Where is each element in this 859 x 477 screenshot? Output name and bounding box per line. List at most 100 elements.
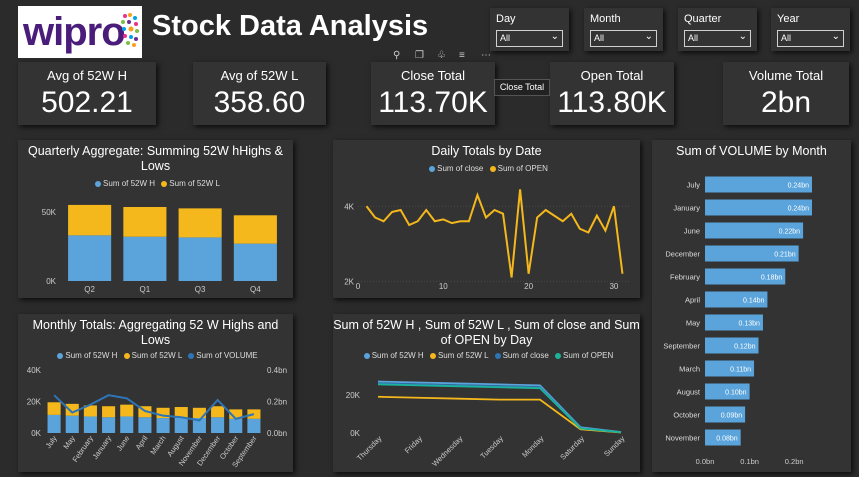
y2-tick-label: 0.4bn (267, 366, 287, 375)
data-label: 0.10bn (725, 390, 747, 397)
x-tick-label: June (115, 434, 132, 452)
chart-daily-totals[interactable]: Daily Totals by Date Sum of close Sum of… (333, 140, 640, 298)
bar-52w-h (68, 235, 112, 281)
bell-icon[interactable]: ♧ (437, 50, 446, 61)
bar-52w-l (120, 404, 134, 417)
bar-52w-h (156, 418, 170, 433)
y2-tick-label: 0.2bn (267, 398, 287, 407)
slicer-label: Year (777, 13, 800, 25)
bar-52w-l (47, 402, 61, 415)
kpi-label: Open Total (580, 68, 644, 83)
slicer-month[interactable]: Month All ⌄ (584, 8, 663, 51)
slicer-day[interactable]: Day All ⌄ (490, 8, 569, 51)
bar-52w-h (102, 417, 116, 433)
y-tick-label: September (663, 342, 700, 351)
y-tick-label: August (677, 388, 701, 397)
chart-monthly-totals[interactable]: Monthly Totals: Aggregating 52 W Highs a… (18, 314, 293, 472)
kpi-card-volume-total[interactable]: Volume Total 2bn (723, 62, 849, 125)
more-options-icon[interactable]: ⋯ (481, 50, 491, 61)
slicer-value: All (500, 33, 511, 43)
slicer-dropdown[interactable]: All ⌄ (496, 30, 563, 47)
bar-52w-l (211, 406, 225, 418)
bar-52w-h (123, 236, 167, 281)
bar-52w-h (233, 243, 277, 281)
logo-text: wipro (23, 10, 126, 54)
x-tick-label: 10 (439, 282, 448, 291)
x-tick-label: Q4 (250, 285, 261, 294)
chevron-down-icon: ⌄ (738, 31, 747, 42)
x-tick-label: April (134, 434, 150, 452)
kpi-card-open-total[interactable]: Open Total 113.80K (550, 62, 674, 125)
y-tick-label: July (687, 181, 701, 190)
kpi-label: Avg of 52W H (47, 68, 127, 83)
y-tick-label: 2K (344, 277, 354, 286)
chevron-down-icon: ⌄ (831, 31, 840, 42)
slicer-value: All (594, 33, 605, 43)
wipro-logo: wipro (18, 6, 142, 58)
data-label: 0.21bn (774, 252, 796, 259)
data-label: 0.24bn (788, 183, 810, 190)
line-sum-of-open (365, 189, 624, 278)
y-tick-label: 20K (346, 391, 361, 400)
kpi-label: Close Total (400, 68, 466, 83)
y2-tick-label: 0.0bn (267, 429, 287, 438)
x-tick-label: July (44, 434, 59, 450)
x-tick-label: May (61, 434, 77, 451)
kpi-label: Volume Total (748, 68, 824, 83)
bar-52w-l (68, 204, 112, 236)
chart-plot-area: 2K 4K 0 10 20 30 (344, 189, 631, 291)
bar-52w-h (138, 417, 152, 433)
kpi-card-avg-52w-h[interactable]: Avg of 52W H 502.21 (18, 62, 156, 125)
slicer-dropdown[interactable]: All ⌄ (777, 30, 844, 47)
chart-plot-area: 0K 0.0bn20K 0.2bn40K 0.4bnJuly MayFebruaryJa… (27, 366, 287, 469)
page-title: Stock Data Analysis (152, 10, 429, 42)
x-tick-label: Monday (520, 434, 545, 459)
x-tick-label: January (91, 434, 114, 461)
y-tick-label: May (686, 319, 700, 328)
slicer-quarter[interactable]: Quarter All ⌄ (678, 8, 757, 51)
slicer-value: All (688, 33, 699, 43)
slicer-dropdown[interactable]: All ⌄ (590, 30, 657, 47)
chart-volume-by-month[interactable]: Sum of VOLUME by Month July 0.24bn January… (652, 140, 851, 472)
slicer-year[interactable]: Year All ⌄ (771, 8, 850, 51)
kpi-card-close-total[interactable]: Close Total 113.70K (371, 62, 495, 125)
slicer-dropdown[interactable]: All ⌄ (684, 30, 751, 47)
data-label: 0.09bn (721, 413, 743, 420)
chart-by-day[interactable]: Sum of 52W H , Sum of 52W L , Sum of clo… (333, 314, 640, 472)
y-tick-label: 20K (27, 398, 42, 407)
y-tick-label: February (670, 273, 700, 282)
filter-icon[interactable]: ≡ (459, 50, 465, 61)
y-tick-label: 50K (42, 208, 57, 217)
bar-52w-h (211, 417, 225, 433)
bar-52w-l (178, 208, 222, 238)
bar-52w-h (174, 417, 188, 433)
x-tick-label: Q3 (195, 285, 206, 294)
kpi-card-avg-52w-l[interactable]: Avg of 52W L 358.60 (193, 62, 326, 125)
slicer-label: Month (590, 13, 621, 25)
data-label: 0.14bn (743, 298, 765, 305)
chart-quarterly-aggregate[interactable]: Quarterly Aggregate: Summing 52W hHighs … (18, 140, 293, 298)
x-tick-label: Sunday (602, 434, 627, 459)
x-tick-label: 30 (609, 282, 618, 291)
chart-plot-area: 0K 20K Thursday Friday Wednesday Tuesday Monda… (346, 380, 627, 468)
y-tick-label: December (665, 250, 700, 259)
x-tick-label: Wednesday (430, 434, 464, 468)
bar-52w-h (65, 415, 79, 433)
x-tick-label: Friday (403, 434, 424, 455)
data-label: 0.11bn (730, 367, 751, 374)
bar-52w-h (229, 418, 243, 433)
bar-52w-h (83, 416, 97, 433)
y-tick-label: 40K (27, 366, 42, 375)
copy-icon[interactable]: ❐ (415, 50, 424, 61)
y-tick-label: January (673, 204, 700, 213)
bar-52w-l (102, 406, 116, 418)
pin-icon[interactable]: ⚲ (393, 50, 400, 61)
slicer-value: All (781, 33, 792, 43)
x-tick-label: 0.2bn (785, 457, 804, 466)
bar-52w-l (233, 215, 277, 244)
bar-52w-l (123, 206, 167, 237)
kpi-value: 2bn (760, 86, 812, 119)
y-tick-label: 4K (344, 202, 354, 211)
kpi-value: 502.21 (41, 86, 133, 119)
y-tick-label: June (684, 227, 700, 236)
